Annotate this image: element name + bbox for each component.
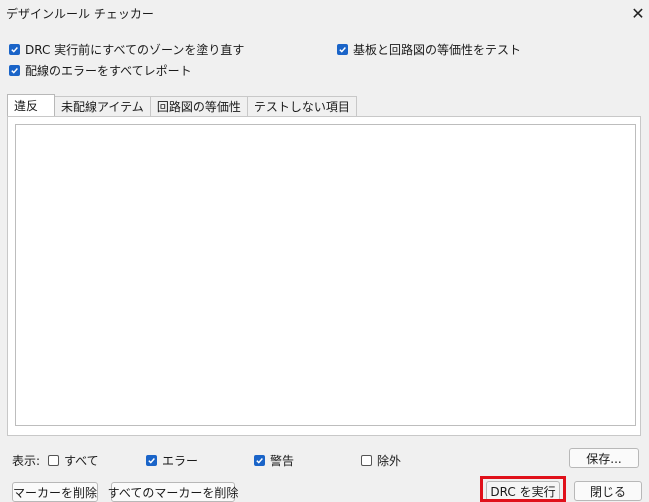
filter-errors-label: エラー — [162, 454, 199, 468]
window-title: デザインルール チェッカー — [6, 7, 154, 21]
report-unconnected-label: 配線のエラーをすべてレポート — [25, 64, 192, 78]
report-unconnected-checkbox[interactable]: 配線のエラーをすべてレポート — [9, 62, 192, 79]
results-tabs: 違反 未配線アイテム 回路図の等価性 テストしない項目 — [7, 94, 357, 116]
violations-list[interactable] — [15, 124, 636, 426]
close-icon[interactable]: ✕ — [628, 2, 648, 24]
delete-marker-button[interactable]: マーカーを削除 — [12, 482, 98, 502]
tab-panel — [7, 116, 641, 436]
checkbox-unchecked-icon — [48, 455, 59, 466]
tab-parity[interactable]: 回路図の等価性 — [149, 96, 248, 116]
checkbox-checked-icon — [9, 44, 20, 55]
delete-all-markers-button[interactable]: すべてのマーカーを削除 — [108, 482, 238, 502]
refill-zones-label: DRC 実行前にすべてのゾーンを塗り直す — [25, 43, 245, 57]
checkbox-checked-icon — [337, 44, 348, 55]
filter-errors-checkbox[interactable]: エラー — [146, 452, 198, 469]
filter-exclusions-label: 除外 — [377, 454, 402, 468]
tab-violations[interactable]: 違反 — [7, 94, 55, 116]
save-button[interactable]: 保存... — [569, 448, 639, 468]
tab-ignored-tests[interactable]: テストしない項目 — [246, 96, 357, 116]
filter-label: 表示: — [12, 454, 41, 468]
filter-warnings-label: 警告 — [270, 454, 295, 468]
tab-unconnected[interactable]: 未配線アイテム — [54, 96, 151, 116]
highlight-frame — [480, 476, 566, 502]
title-bar: デザインルール チェッカー ✕ — [0, 0, 649, 28]
checkbox-unchecked-icon — [361, 455, 372, 466]
checkbox-checked-icon — [254, 455, 265, 466]
checkbox-checked-icon — [9, 65, 20, 76]
filter-warnings-checkbox[interactable]: 警告 — [254, 452, 294, 469]
filter-exclusions-checkbox[interactable]: 除外 — [361, 452, 401, 469]
checkbox-checked-icon — [146, 455, 157, 466]
close-button[interactable]: 閉じる — [574, 481, 642, 501]
test-parity-label: 基板と回路図の等価性をテスト — [353, 43, 522, 57]
filter-all-label: すべて — [64, 454, 99, 468]
filter-all-checkbox[interactable]: すべて — [48, 452, 99, 469]
refill-zones-checkbox[interactable]: DRC 実行前にすべてのゾーンを塗り直す — [9, 41, 244, 58]
test-parity-checkbox[interactable]: 基板と回路図の等価性をテスト — [337, 41, 521, 58]
